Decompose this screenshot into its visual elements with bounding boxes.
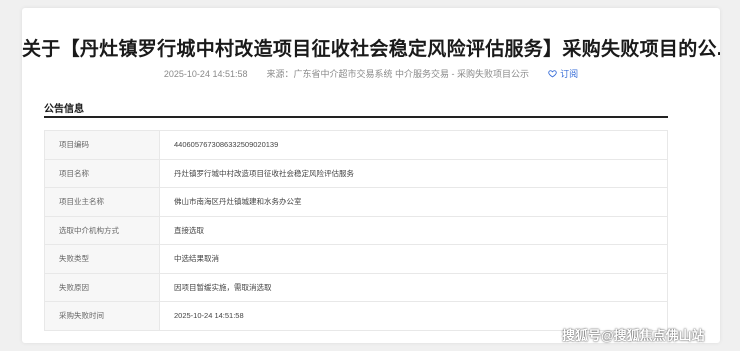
announcement-title: 关于【丹灶镇罗行城中村改造项目征收社会稳定风险评估服务】采购失败项目的公... — [22, 39, 720, 60]
announcement-card: 关于【丹灶镇罗行城中村改造项目征收社会稳定风险评估服务】采购失败项目的公... … — [22, 8, 720, 343]
table-row: 失败原因 因项目暂缓实施，需取消选取 — [44, 272, 668, 302]
subscribe-label: 订阅 — [560, 69, 579, 79]
row-key: 项目编码 — [44, 130, 160, 160]
row-value: 佛山市南海区丹灶镇城建和水务办公室 — [159, 187, 668, 217]
section-title: 公告信息 — [44, 104, 84, 115]
table-row: 失败类型 中选结果取消 — [44, 244, 668, 274]
row-value: 直接选取 — [159, 215, 668, 245]
row-key: 项目名称 — [44, 158, 160, 188]
row-key: 失败类型 — [44, 244, 160, 274]
source-label: 来源： — [266, 69, 294, 79]
table-row: 项目名称 丹灶镇罗行城中村改造项目征收社会稳定风险评估服务 — [44, 158, 668, 188]
row-key: 采购失败时间 — [44, 301, 160, 331]
row-key: 失败原因 — [44, 272, 160, 302]
row-value: 中选结果取消 — [159, 244, 668, 274]
subscribe-button[interactable]: 订阅 — [548, 69, 578, 79]
announcement-meta: 2025-10-24 14:51:58 来源：广东省中介超市交易系统 中介服务交… — [22, 67, 720, 80]
heart-icon — [548, 70, 557, 78]
table-row: 项目编码 440605767308633250902013​9 — [44, 130, 668, 160]
info-table: 项目编码 440605767308633250902013​9 项目名称 丹灶镇… — [44, 130, 668, 331]
row-key: 选取中介机构方式 — [44, 215, 160, 245]
row-value: 丹灶镇罗行城中村改造项目征收社会稳定风险评估服务 — [159, 158, 668, 188]
row-value: 440605767308633250902013​9 — [159, 130, 668, 160]
row-key: 项目业主名称 — [44, 187, 160, 217]
row-value: 因项目暂缓实施，需取消选取 — [159, 272, 668, 302]
watermark-text: 搜狐号@搜狐焦点佛山站 — [562, 328, 705, 343]
table-row: 项目业主名称 佛山市南海区丹灶镇城建和水务办公室 — [44, 187, 668, 217]
table-row: 选取中介机构方式 直接选取 — [44, 215, 668, 245]
section-divider — [44, 116, 668, 118]
publish-datetime: 2025-10-24 14:51:58 — [163, 69, 248, 79]
source-link[interactable]: 广东省中介超市交易系统 中介服务交易 - 采购失败项目公示 — [294, 69, 530, 79]
